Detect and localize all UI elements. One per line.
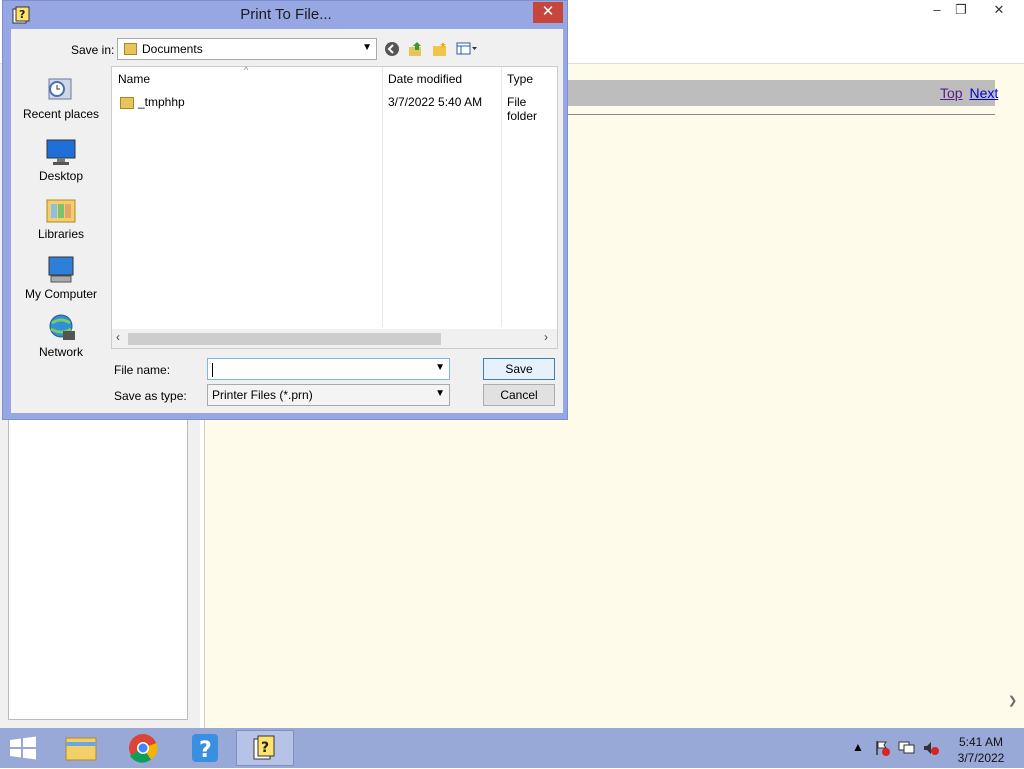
volume-muted-icon[interactable] xyxy=(922,740,940,759)
next-link[interactable]: Next xyxy=(969,85,998,101)
file-type-cell: File folder xyxy=(507,95,538,123)
column-header-type[interactable]: Type xyxy=(507,72,533,86)
save-button[interactable]: Save xyxy=(483,358,555,380)
scrollbar-thumb[interactable] xyxy=(128,333,441,345)
cancel-button[interactable]: Cancel xyxy=(483,384,555,406)
save-in-value: Documents xyxy=(142,42,203,56)
topic-nav-links: Top Next xyxy=(940,85,1001,101)
clock-date: 3/7/2022 xyxy=(957,751,1005,765)
desktop-icon xyxy=(45,137,77,167)
restore-button[interactable]: ❐ xyxy=(946,0,976,20)
recent-places-icon xyxy=(45,75,77,105)
file-explorer-icon[interactable] xyxy=(52,730,110,766)
desktop-label: Desktop xyxy=(38,169,84,183)
file-name-label: File name: xyxy=(114,363,171,377)
file-list[interactable]: ^ Name Date modified Type _tmphhp 3/7/20… xyxy=(111,65,558,349)
chevron-down-icon: ▼ xyxy=(362,42,372,53)
file-name-field[interactable]: ▼ xyxy=(207,358,450,380)
up-folder-icon[interactable] xyxy=(407,41,425,59)
save-as-type-label: Save as type: xyxy=(114,389,187,403)
scroll-left-icon[interactable]: ‹ xyxy=(116,330,120,344)
system-clock[interactable]: 5:41 AM 3/7/2022 xyxy=(946,734,1016,766)
recent-places-label: Recent places xyxy=(22,107,100,121)
show-hidden-icons-icon[interactable]: ▲ xyxy=(852,740,864,754)
chevron-down-icon: ▼ xyxy=(435,388,445,399)
save-in-dropdown[interactable]: Documents ▼ xyxy=(117,38,377,60)
folder-icon xyxy=(124,43,137,55)
clock-time: 5:41 AM xyxy=(958,735,1004,749)
horizontal-scrollbar[interactable]: ‹ › xyxy=(112,329,557,348)
print-to-file-dialog: ? Print To File... ✕ Save in: Documents … xyxy=(2,0,568,420)
chrome-icon[interactable] xyxy=(114,730,172,766)
sort-ascending-icon: ^ xyxy=(244,65,249,75)
start-button[interactable] xyxy=(8,736,38,760)
save-in-label: Save in: xyxy=(71,43,115,57)
libraries-icon xyxy=(45,195,77,225)
my-computer-icon xyxy=(45,255,77,285)
libraries-label: Libraries xyxy=(37,227,85,241)
column-header-name[interactable]: Name xyxy=(118,72,150,86)
back-icon[interactable] xyxy=(383,41,401,59)
chevron-down-icon[interactable]: ▼ xyxy=(435,362,445,373)
save-as-type-value: Printer Files (*.prn) xyxy=(212,388,313,402)
place-network[interactable]: Network xyxy=(11,313,111,359)
dialog-client-area: Save in: Documents ▼ Recent places Deskt… xyxy=(11,29,563,413)
svg-text:?: ? xyxy=(261,740,269,756)
place-desktop[interactable]: Desktop xyxy=(11,137,111,183)
scroll-down-arrow-icon[interactable]: ❯ xyxy=(1008,694,1017,707)
place-libraries[interactable]: Libraries xyxy=(11,195,111,241)
close-button[interactable]: ✕ xyxy=(984,0,1014,20)
dialog-close-button[interactable]: ✕ xyxy=(533,2,563,23)
place-recent-places[interactable]: Recent places xyxy=(11,75,111,121)
place-my-computer[interactable]: My Computer xyxy=(11,255,111,301)
new-folder-icon[interactable] xyxy=(431,41,449,59)
my-computer-label: My Computer xyxy=(24,287,98,301)
dialog-title: Print To File... xyxy=(240,6,332,23)
file-row[interactable]: _tmphhp 3/7/2022 5:40 AM File folder xyxy=(112,93,557,123)
save-as-type-dropdown[interactable]: Printer Files (*.prn) ▼ xyxy=(207,384,450,406)
taskbar: ? ? ▲ 5:41 AM 3/7/2022 xyxy=(0,728,1024,768)
file-name-cell: _tmphhp xyxy=(138,95,185,109)
help-icon[interactable]: ? xyxy=(176,730,234,766)
file-date-cell: 3/7/2022 5:40 AM xyxy=(388,95,483,109)
topic-divider xyxy=(560,114,995,115)
topic-header-bar xyxy=(560,80,995,106)
view-menu-icon[interactable] xyxy=(455,41,479,59)
action-center-flag-icon[interactable] xyxy=(874,740,890,759)
column-header-date-modified[interactable]: Date modified xyxy=(388,72,462,86)
folder-icon xyxy=(120,97,134,109)
network-label: Network xyxy=(38,345,83,359)
text-cursor xyxy=(212,362,213,377)
svg-text:?: ? xyxy=(199,738,212,763)
help-workshop-icon[interactable]: ? xyxy=(236,730,294,766)
network-icon xyxy=(45,313,77,343)
scroll-right-icon[interactable]: › xyxy=(544,330,548,344)
network-status-icon[interactable] xyxy=(898,740,916,759)
places-bar: Recent places Desktop Libraries My Compu… xyxy=(11,67,111,409)
top-link[interactable]: Top xyxy=(940,85,963,101)
